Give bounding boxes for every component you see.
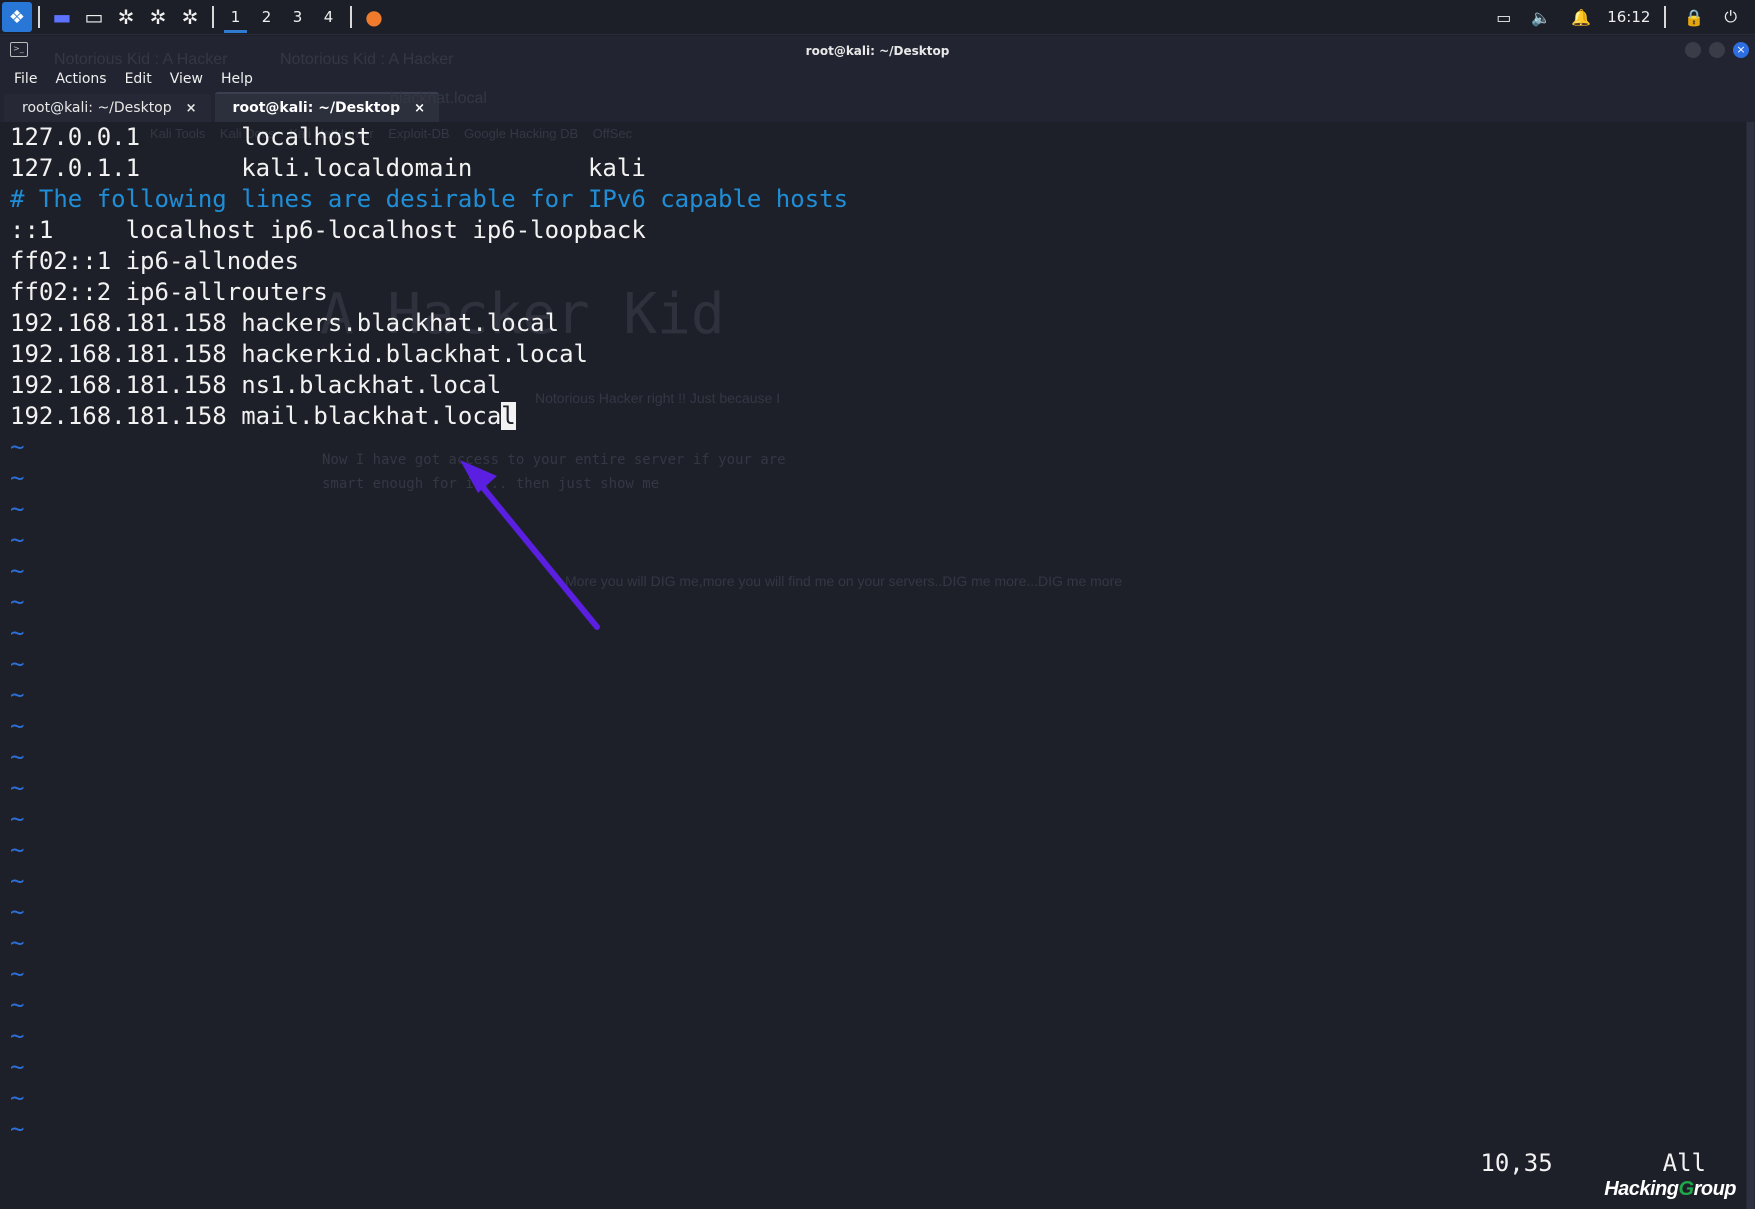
empty-line-tilde: ~	[10, 1084, 25, 1112]
hosts-line: 192.168.181.158 ns1.blackhat.local	[10, 371, 502, 399]
close-button[interactable]: ×	[1733, 42, 1749, 58]
panel-separator	[1664, 6, 1667, 28]
lock-icon[interactable]: 🔒	[1684, 8, 1704, 27]
terminal-content[interactable]: Notorious Kid : A Hacker Notorious Kid :…	[0, 51, 1746, 1209]
empty-line-tilde: ~	[10, 526, 25, 554]
empty-line-tilde: ~	[10, 495, 25, 523]
empty-line-tilde: ~	[10, 774, 25, 802]
empty-line-tilde: ~	[10, 433, 25, 461]
watermark-text: Hacking	[1604, 1178, 1679, 1200]
watermark-text: G	[1678, 1178, 1695, 1200]
empty-line-tilde: ~	[10, 991, 25, 1019]
ghost-tab-1: Notorious Kid : A Hacker	[54, 51, 228, 68]
vim-ruler: 10,35 All	[1480, 1149, 1706, 1177]
empty-line-tilde: ~	[10, 650, 25, 678]
empty-line-tilde: ~	[10, 929, 25, 957]
cursor-position: 10,35	[1480, 1149, 1553, 1177]
panel-separator	[350, 6, 352, 28]
empty-line-tilde: ~	[10, 960, 25, 988]
tab-label: root@kali: ~/Desktop	[22, 100, 172, 116]
menu-file[interactable]: File	[14, 71, 37, 87]
hosts-line-current: 192.168.181.158 mail.blackhat.local	[10, 401, 848, 432]
file-manager-icon[interactable]: ▭	[81, 4, 107, 30]
kali-menu-icon[interactable]: ❖	[2, 2, 32, 32]
settings-gear-icon[interactable]: ✲	[177, 4, 203, 30]
empty-buffer-lines: ~ ~ ~ ~ ~ ~ ~ ~ ~ ~ ~ ~ ~ ~ ~ ~ ~ ~ ~ ~ ~ ~ ~	[10, 432, 848, 1145]
workspace-2[interactable]: 2	[251, 0, 282, 34]
empty-line-tilde: ~	[10, 712, 25, 740]
watermark-logo: HackingGroup	[1604, 1178, 1736, 1201]
hosts-comment-line: # The following lines are desirable for …	[10, 185, 849, 213]
empty-line-tilde: ~	[10, 464, 25, 492]
tab-terminal-1[interactable]: root@kali: ~/Desktop ×	[4, 94, 211, 122]
window-titlebar[interactable]: >_ root@kali: ~/Desktop ×	[0, 36, 1755, 66]
scrollbar-thumb[interactable]	[1747, 122, 1754, 1209]
notification-bell-icon[interactable]: 🔔	[1571, 8, 1591, 27]
empty-line-tilde: ~	[10, 805, 25, 833]
settings-gear-icon[interactable]: ✲	[145, 4, 171, 30]
tab-close-icon[interactable]: ×	[186, 101, 197, 116]
empty-line-tilde: ~	[10, 557, 25, 585]
hosts-line: ::1 localhost ip6-localhost ip6-loopback	[10, 216, 646, 244]
maximize-button[interactable]	[1709, 42, 1725, 58]
line-text: 192.168.181.158 mail.blackhat.loca	[10, 402, 502, 430]
tab-bar: root@kali: ~/Desktop × root@kali: ~/Desk…	[0, 92, 1755, 122]
window-title: root@kali: ~/Desktop	[805, 44, 950, 58]
menu-actions[interactable]: Actions	[55, 71, 106, 87]
ghost-url: blackhat.local	[390, 90, 487, 107]
hosts-file-lines: 127.0.0.1 localhost 127.0.1.1 kali.local…	[10, 122, 848, 1145]
settings-gear-icon[interactable]: ✲	[113, 4, 139, 30]
tab-label: root@kali: ~/Desktop	[232, 100, 401, 116]
empty-line-tilde: ~	[10, 681, 25, 709]
panel-launchers: ❖ ▬ ▭ ✲ ✲ ✲ 1 2 3 4 ● >_	[0, 0, 390, 144]
hosts-line: 192.168.181.158 hackers.blackhat.local	[10, 309, 560, 337]
empty-line-tilde: ~	[10, 588, 25, 616]
empty-line-tilde: ~	[10, 867, 25, 895]
hosts-line: 192.168.181.158 hackerkid.blackhat.local	[10, 340, 588, 368]
workspace-4[interactable]: 4	[313, 0, 344, 34]
workspace-1[interactable]: 1	[220, 0, 251, 34]
panel-tray: ▭ 🔈 🔔 16:12 🔒 ⏻	[1486, 0, 1755, 34]
menu-help[interactable]: Help	[221, 71, 253, 87]
hosts-line: ff02::2 ip6-allrouters	[10, 278, 328, 306]
minimize-button[interactable]	[1685, 42, 1701, 58]
ghost-tab-2: Notorious Kid : A Hacker	[280, 51, 454, 68]
menu-edit[interactable]: Edit	[125, 71, 152, 87]
display-icon[interactable]: ▭	[1496, 8, 1511, 27]
watermark-text: roup	[1693, 1178, 1737, 1200]
text-cursor: l	[501, 402, 516, 430]
empty-line-tilde: ~	[10, 898, 25, 926]
clock[interactable]: 16:12	[1607, 8, 1650, 26]
firefox-icon[interactable]: ●	[361, 4, 387, 30]
workspace-3[interactable]: 3	[282, 0, 313, 34]
hosts-line: 127.0.1.1 kali.localdomain kali	[10, 154, 646, 182]
empty-line-tilde: ~	[10, 743, 25, 771]
scroll-indicator: All	[1662, 1149, 1706, 1177]
menu-view[interactable]: View	[170, 71, 203, 87]
empty-line-tilde: ~	[10, 1115, 25, 1143]
panel-separator	[212, 6, 214, 28]
empty-line-tilde: ~	[10, 836, 25, 864]
panel-separator	[38, 6, 40, 28]
desktop-icon[interactable]: ▬	[49, 4, 75, 30]
empty-line-tilde: ~	[10, 1053, 25, 1081]
volume-icon[interactable]: 🔈	[1531, 8, 1551, 27]
logout-icon[interactable]: ⏻	[1724, 7, 1737, 27]
empty-line-tilde: ~	[10, 1022, 25, 1050]
window-controls: ×	[1677, 42, 1749, 58]
terminal-window-icon: >_	[10, 42, 28, 57]
hosts-line: ff02::1 ip6-allnodes	[10, 247, 299, 275]
empty-line-tilde: ~	[10, 619, 25, 647]
hosts-line: 127.0.0.1 localhost	[10, 123, 372, 151]
menu-bar: File Actions Edit View Help	[0, 66, 1755, 92]
terminal-scrollbar[interactable]	[1746, 122, 1755, 1209]
top-panel: ❖ ▬ ▭ ✲ ✲ ✲ 1 2 3 4 ● >_ ▭ 🔈 🔔 16:12 🔒 ⏻	[0, 0, 1755, 144]
